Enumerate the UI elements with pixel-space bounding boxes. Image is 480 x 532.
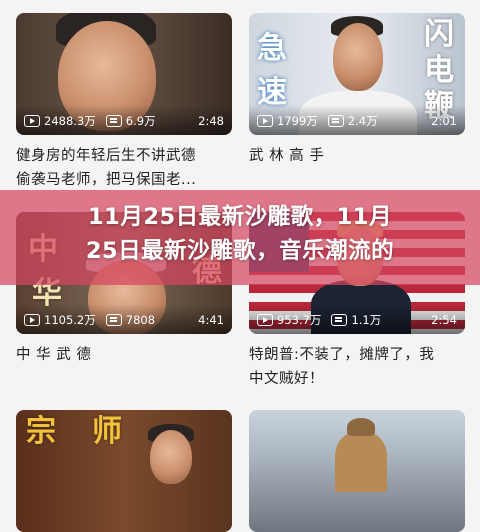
- video-card-2[interactable]: 急 速 闪 电 鞭 1799万 2.4万 2:01 武 林 高 手: [249, 13, 465, 168]
- thumb-text: 宗: [26, 414, 56, 449]
- play-icon: [257, 115, 273, 127]
- video-title-2[interactable]: 武 林 高 手: [249, 144, 465, 168]
- comment-count: 1.1万: [351, 313, 382, 327]
- danmaku-icon: [331, 314, 348, 326]
- duration: 2:01: [431, 114, 457, 128]
- view-count: 1105.2万: [44, 313, 96, 327]
- danmaku-icon: [105, 115, 122, 127]
- play-icon: [24, 115, 40, 127]
- comment-count: 2.4万: [347, 114, 378, 128]
- video-thumbnail-6[interactable]: [249, 410, 465, 532]
- video-thumbnail-2[interactable]: 急 速 闪 电 鞭 1799万 2.4万 2:01: [249, 13, 465, 135]
- duration: 2:48: [198, 114, 224, 128]
- play-icon: [257, 314, 273, 326]
- video-title-3[interactable]: 中 华 武 德: [16, 343, 232, 367]
- video-card-1[interactable]: 2488.3万 6.9万 2:48 健身房的年轻后生不讲武德 偷袭马老师，把马保…: [16, 13, 232, 192]
- thumb-text: 师: [92, 414, 122, 449]
- video-card-5[interactable]: 宗 师: [16, 410, 232, 532]
- view-count: 1799万: [277, 114, 318, 128]
- thumb-text: 电: [424, 53, 454, 88]
- video-thumbnail-5[interactable]: 宗 师: [16, 410, 232, 532]
- duration: 2:54: [431, 313, 457, 327]
- duration: 4:41: [198, 313, 224, 327]
- banner-title: 11月25日最新沙雕歌，11月 25日最新沙雕歌，音乐潮流的: [85, 204, 395, 264]
- view-count: 953.7万: [277, 313, 322, 327]
- danmaku-icon: [105, 314, 122, 326]
- video-thumbnail-1[interactable]: 2488.3万 6.9万 2:48: [16, 13, 232, 135]
- person-face: [150, 430, 192, 484]
- thumb-text: 急: [257, 31, 287, 66]
- danmaku-icon: [327, 115, 344, 127]
- comment-count: 7808: [125, 313, 156, 327]
- video-card-6[interactable]: [249, 410, 465, 532]
- person-face: [333, 23, 383, 91]
- play-icon: [24, 314, 40, 326]
- video-title-1[interactable]: 健身房的年轻后生不讲武德 偷袭马老师，把马保国老...: [16, 144, 232, 192]
- view-count: 2488.3万: [44, 114, 96, 128]
- comment-count: 6.9万: [125, 114, 156, 128]
- video-title-4[interactable]: 特朗普:不装了，摊牌了，我 中文贼好！: [249, 343, 465, 391]
- thumb-text: 闪: [424, 17, 454, 52]
